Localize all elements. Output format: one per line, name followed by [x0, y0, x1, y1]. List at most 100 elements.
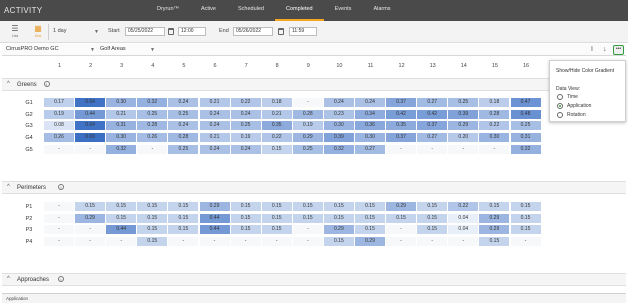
grid-cell[interactable]: -	[479, 144, 510, 154]
grid-cell[interactable]: 0.29	[199, 202, 230, 211]
grid-cell[interactable]: 0.24	[323, 98, 354, 107]
grid-cell[interactable]: 0.44	[199, 225, 230, 235]
grid-cell[interactable]: 0.15	[355, 202, 385, 211]
range-select[interactable]: 1 day	[53, 28, 66, 34]
grid-cell[interactable]: -	[75, 237, 106, 247]
grid-cell[interactable]: 0.36	[355, 121, 385, 131]
grid-cell[interactable]: 0.20	[448, 133, 479, 143]
radio-time[interactable]	[557, 94, 563, 100]
grid-cell[interactable]: -	[386, 237, 417, 247]
tab-dryrun[interactable]: Dryrun™	[146, 0, 190, 21]
grid-cell[interactable]: 0.22	[448, 202, 479, 211]
menu-button[interactable]: •••	[613, 45, 624, 55]
grid-cell[interactable]: 0.15	[137, 213, 168, 223]
text-cursor-icon[interactable]: I	[591, 45, 593, 54]
grid-cell[interactable]: 0.34	[355, 109, 385, 119]
grid-cell[interactable]: 0.30	[355, 133, 385, 143]
grid-cell[interactable]: 0.37	[386, 98, 417, 107]
grid-cell[interactable]: -	[261, 237, 292, 247]
section-header[interactable]: ^ Greens i	[2, 78, 626, 91]
download-icon[interactable]: ↓	[603, 45, 607, 54]
grid-cell[interactable]: -	[44, 237, 74, 247]
grid-cell[interactable]: 0.21	[199, 98, 230, 107]
grid-cell[interactable]: 0.04	[448, 225, 479, 235]
grid-cell[interactable]: 0.15	[261, 213, 292, 223]
grid-cell[interactable]: 0.26	[44, 133, 74, 143]
grid-cell[interactable]: 0.32	[323, 144, 354, 154]
gradient-toggle[interactable]: Show/Hide Color Gradient	[556, 68, 614, 74]
chevron-down-icon[interactable]: ▼	[90, 47, 95, 53]
grid-cell[interactable]: 0.28	[479, 109, 510, 119]
site-select[interactable]: CirrusPRO Demo GC	[6, 45, 59, 54]
grid-cell[interactable]: 0.44	[75, 109, 106, 119]
grid-cell[interactable]: 0.35	[386, 121, 417, 131]
grid-cell[interactable]: 0.15	[261, 202, 292, 211]
grid-cell[interactable]: 0.29	[479, 213, 510, 223]
grid-cell[interactable]: -	[44, 225, 74, 235]
grid-cell[interactable]: 0.29	[323, 225, 354, 235]
grid-cell[interactable]: 0.25	[292, 144, 323, 154]
tab-alarms[interactable]: Alarms	[362, 0, 401, 21]
grid-cell[interactable]: 0.19	[292, 121, 323, 131]
grid-cell[interactable]: 0.29	[386, 202, 417, 211]
area-select[interactable]: Golf Areas	[100, 45, 126, 54]
grid-cell[interactable]: 0.29	[479, 225, 510, 235]
grid-cell[interactable]: 0.15	[230, 225, 261, 235]
grid-cell[interactable]: 0.24	[355, 98, 385, 107]
grid-cell[interactable]: 0.24	[168, 98, 199, 107]
grid-cell[interactable]: 0.37	[386, 133, 417, 143]
grid-cell[interactable]: 0.25	[448, 98, 479, 107]
grid-cell[interactable]: 0.15	[261, 144, 292, 154]
grid-cell[interactable]: 0.22	[479, 121, 510, 131]
grid-cell[interactable]: 0.42	[386, 109, 417, 119]
grid-cell[interactable]: 0.15	[417, 202, 448, 211]
grid-cell[interactable]: 0.15	[168, 225, 199, 235]
grid-cell[interactable]: 0.27	[417, 133, 448, 143]
grid-cell[interactable]: 0.15	[168, 213, 199, 223]
grid-cell[interactable]: 0.44	[106, 225, 137, 235]
chevron-down-icon[interactable]: ▼	[150, 47, 155, 53]
calendar-icon[interactable]	[168, 28, 174, 35]
grid-cell[interactable]: 0.32	[106, 144, 137, 154]
grid-cell[interactable]: 0.18	[261, 98, 292, 107]
grid-cell[interactable]: 0.15	[355, 225, 385, 235]
chevron-up-icon[interactable]: ^	[7, 184, 10, 190]
radio-rotation[interactable]	[557, 112, 563, 118]
grid-cell[interactable]: 0.39	[323, 133, 354, 143]
info-icon[interactable]: i	[58, 276, 64, 282]
grid-cell[interactable]: 0.15	[137, 202, 168, 211]
grid-cell[interactable]: 0.22	[230, 98, 261, 107]
grid-cell[interactable]: 0.42	[417, 109, 448, 119]
grid-cell[interactable]: 0.15	[292, 202, 323, 211]
grid-cell[interactable]: 0.30	[323, 121, 354, 131]
section-header[interactable]: ^ Approaches i	[2, 273, 626, 286]
grid-cell[interactable]: 0.24	[199, 121, 230, 131]
grid-cell[interactable]: 0.15	[510, 213, 541, 223]
grid-cell[interactable]: -	[448, 237, 479, 247]
grid-cell[interactable]: -	[448, 144, 479, 154]
grid-cell[interactable]: 0.35	[261, 121, 292, 131]
grid-cell[interactable]: 0.37	[417, 121, 448, 131]
tab-completed[interactable]: Completed	[275, 0, 324, 21]
grid-cell[interactable]: 0.15	[510, 225, 541, 235]
grid-cell[interactable]: 0.28	[137, 121, 168, 131]
tab-scheduled[interactable]: Scheduled	[227, 0, 275, 21]
chevron-up-icon[interactable]: ^	[7, 276, 10, 282]
grid-cell[interactable]: 0.15	[323, 202, 354, 211]
end-time-field[interactable]: 11:59	[289, 27, 317, 36]
calendar-icon[interactable]	[278, 28, 284, 35]
grid-cell[interactable]: -	[386, 144, 417, 154]
grid-cell[interactable]: 0.24	[230, 144, 261, 154]
end-date-field[interactable]: 05/26/2022	[233, 27, 273, 36]
grid-cell[interactable]: 0.24	[199, 109, 230, 119]
grid-cell[interactable]: 0.21	[261, 109, 292, 119]
grid-cell[interactable]: 0.15	[137, 225, 168, 235]
grid-cell[interactable]: 0.26	[137, 133, 168, 143]
grid-cell[interactable]: -	[292, 237, 323, 247]
grid-cell[interactable]: -	[292, 225, 323, 235]
grid-cell[interactable]: 0.15	[323, 237, 354, 247]
grid-cell[interactable]: 0.25	[168, 109, 199, 119]
info-icon[interactable]: i	[58, 184, 64, 190]
grid-cell[interactable]: 0.15	[510, 202, 541, 211]
grid-cell[interactable]: 0.21	[106, 109, 137, 119]
